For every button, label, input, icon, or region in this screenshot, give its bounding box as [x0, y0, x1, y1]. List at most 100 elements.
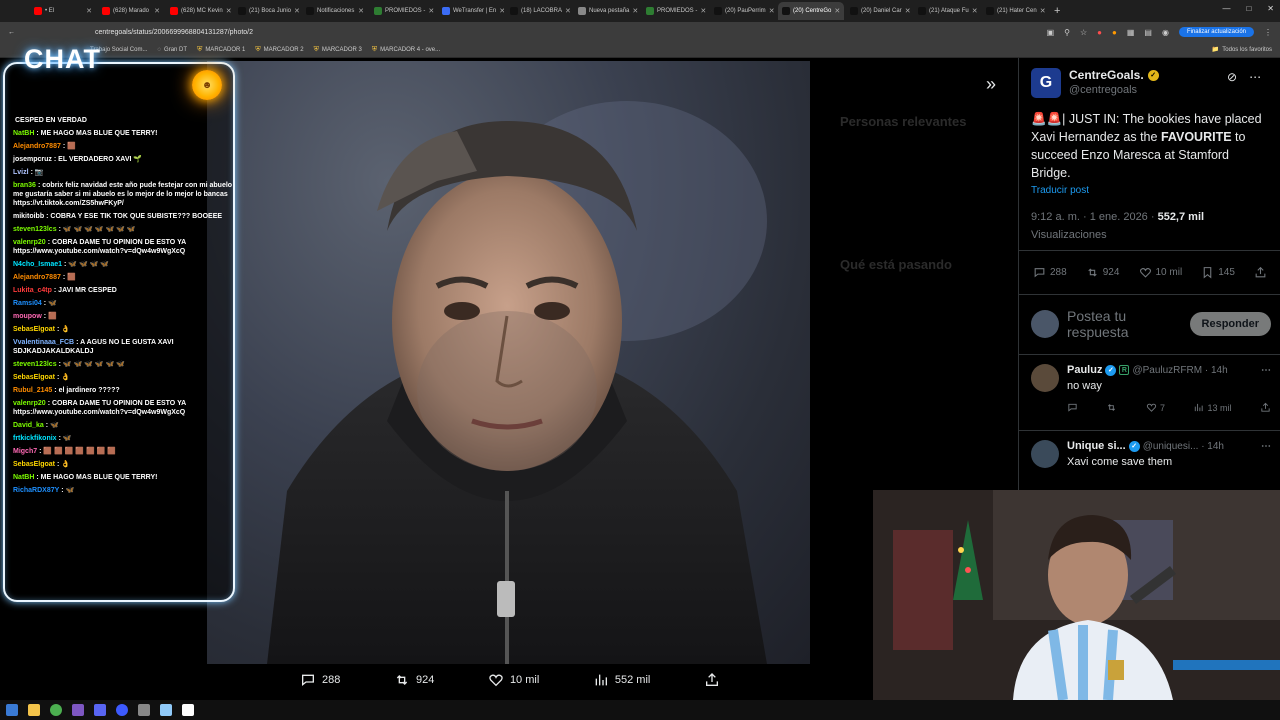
share-action[interactable]	[704, 672, 720, 688]
close-tab-icon[interactable]: ✕	[154, 7, 160, 15]
chat-message: NatBH: ME HAGO MAS BLUE QUE TERRY!	[13, 129, 239, 138]
reply-item[interactable]: Pauluz ✓ R @PauluzRFRM · 14h ⋯ no way 7 …	[1031, 364, 1271, 413]
app-icon[interactable]	[138, 704, 150, 716]
bookmark-item[interactable]: ◌ Gran DT	[157, 47, 187, 53]
translate-link[interactable]: Traducir post	[1031, 185, 1089, 196]
more-icon[interactable]: ⋯	[1261, 365, 1271, 376]
profile-icon[interactable]: ◉	[1162, 28, 1169, 37]
reply-item[interactable]: Unique si... ✓ @uniquesi... · 14h ⋯ Xavi…	[1031, 440, 1271, 468]
author-handle[interactable]: @centregoals	[1069, 84, 1159, 96]
repost-button[interactable]	[1106, 402, 1117, 413]
share-button[interactable]	[1260, 402, 1271, 413]
close-tab-icon[interactable]: ✕	[294, 7, 300, 15]
close-tab-icon[interactable]: ✕	[565, 7, 571, 15]
close-tab-icon[interactable]: ✕	[86, 7, 92, 15]
all-favorites-folder[interactable]: 📁 Todos los favoritos	[1212, 46, 1272, 54]
avatar[interactable]: G	[1031, 68, 1061, 98]
close-tab-icon[interactable]: ✕	[1040, 7, 1046, 15]
browser-tab[interactable]: Notificaciones ✕	[302, 2, 368, 20]
maximize-icon[interactable]: □	[1246, 4, 1251, 13]
close-tab-icon[interactable]: ✕	[428, 7, 434, 15]
back-icon[interactable]: ←	[8, 29, 15, 36]
author-name[interactable]: CentreGoals. ✓	[1069, 68, 1159, 82]
like-action[interactable]: 10 mil	[488, 672, 539, 688]
app-icon[interactable]	[160, 704, 172, 716]
browser-tab[interactable]: PROMIEDOS - ✕	[642, 2, 708, 20]
reply-submit-button[interactable]: Responder	[1189, 312, 1271, 336]
browser-tab[interactable]: (628) MC Kevin ✕	[166, 2, 232, 20]
close-tab-icon[interactable]: ✕	[226, 7, 232, 15]
app-icon[interactable]	[72, 704, 84, 716]
like-button[interactable]: 10 mil	[1139, 266, 1182, 279]
expand-sidebar-icon[interactable]: »	[986, 74, 996, 95]
reply-action[interactable]: 288	[300, 672, 340, 688]
verified-badge-icon: ✓	[1128, 440, 1140, 452]
tab-label: PROMIEDOS -	[385, 8, 426, 14]
browser-tab[interactable]: • El ✕	[30, 2, 96, 20]
repost-action[interactable]: 924	[394, 672, 434, 688]
app-icon[interactable]	[182, 704, 194, 716]
browser-tab[interactable]: (21) Hater Cen ✕	[982, 2, 1048, 20]
close-tab-icon[interactable]: ✕	[499, 7, 504, 15]
browser-icon[interactable]	[116, 704, 128, 716]
views-button[interactable]: 13 mil	[1193, 402, 1231, 413]
close-tab-icon[interactable]: ✕	[972, 7, 978, 15]
reply-input[interactable]: Postea tu respuesta	[1067, 308, 1167, 340]
share-button[interactable]	[1254, 266, 1267, 279]
like-button[interactable]: 7	[1146, 402, 1165, 413]
browser-tab[interactable]: (20) CentreGo ✕	[778, 2, 844, 20]
browser-tab[interactable]: (21) Boca Junio ✕	[234, 2, 300, 20]
bookmark-item[interactable]: ⛨ MARCADOR 3	[314, 46, 362, 54]
tab-favicon-icon	[102, 7, 110, 15]
repost-button[interactable]: 924	[1086, 266, 1119, 279]
views-action[interactable]: 552 mil	[593, 672, 650, 688]
window-controls: — □ ✕	[1222, 4, 1274, 13]
bookmark-item[interactable]: ⛨ MARCADOR 2	[255, 46, 303, 54]
browser-tab[interactable]: (20) PauPerrim ✕	[710, 2, 776, 20]
chat-username: Vvalentinaaa_FCB	[13, 339, 75, 346]
browser-tab[interactable]: PROMIEDOS - ✕	[370, 2, 436, 20]
install-icon[interactable]: ▣	[1047, 28, 1055, 37]
tab-label: (21) Hater Cen	[997, 8, 1037, 14]
close-tab-icon[interactable]: ✕	[769, 7, 775, 15]
more-icon[interactable]: ⋯	[1249, 70, 1261, 84]
extension-icon[interactable]: ●	[1097, 28, 1102, 37]
star-icon[interactable]: ☆	[1080, 28, 1087, 37]
browser-tab[interactable]: Nueva pestaña ✕	[574, 2, 640, 20]
close-tab-icon[interactable]: ✕	[834, 7, 840, 15]
browser-tab[interactable]: (628) Marado ✕	[98, 2, 164, 20]
discord-icon[interactable]	[94, 704, 106, 716]
close-tab-icon[interactable]: ✕	[632, 7, 638, 15]
reply-button[interactable]	[1067, 402, 1078, 413]
menu-icon[interactable]: ⋮	[1264, 28, 1272, 37]
update-button[interactable]: Finalizar actualización	[1178, 27, 1254, 37]
avatar[interactable]	[1031, 364, 1059, 392]
bookmark-item[interactable]: ⛨ MARCADOR 1	[197, 46, 245, 54]
minimize-icon[interactable]: —	[1222, 4, 1230, 13]
browser-tab[interactable]: (21) Ataque Fu ✕	[914, 2, 980, 20]
more-icon[interactable]: ⋯	[1261, 441, 1271, 452]
browser-tab[interactable]: (20) Daniel Car ✕	[846, 2, 912, 20]
reply-button[interactable]: 288	[1033, 266, 1067, 279]
zoom-icon[interactable]: ⚲	[1064, 28, 1070, 37]
tweet-photo[interactable]	[207, 61, 810, 664]
url-text[interactable]: centregoals/status/2006699968804131287/p…	[95, 29, 253, 36]
close-tab-icon[interactable]: ✕	[700, 7, 706, 15]
start-icon[interactable]	[6, 704, 18, 716]
browser-tab[interactable]: WeTransfer | En ✕	[438, 2, 504, 20]
close-tab-icon[interactable]: ✕	[358, 7, 364, 15]
bookmark-item[interactable]: ⛨ MARCADOR 4 - ove...	[372, 46, 440, 54]
bookmark-button[interactable]: 145	[1201, 266, 1235, 279]
puzzle-icon[interactable]: ▦	[1127, 28, 1135, 37]
extension-icon[interactable]: ●	[1112, 28, 1117, 37]
chrome-icon[interactable]	[50, 704, 62, 716]
file-explorer-icon[interactable]	[28, 704, 40, 716]
tab-label: (20) CentreGo	[793, 8, 832, 14]
close-window-icon[interactable]: ✕	[1267, 4, 1274, 13]
sidebar-icon[interactable]: ▤	[1144, 28, 1152, 37]
new-tab-icon[interactable]: +	[1054, 5, 1060, 17]
avatar[interactable]	[1031, 440, 1059, 468]
browser-tab[interactable]: (18) LACOBRA ✕	[506, 2, 572, 20]
close-tab-icon[interactable]: ✕	[905, 7, 911, 15]
grok-icon[interactable]: ⊘	[1227, 70, 1237, 84]
